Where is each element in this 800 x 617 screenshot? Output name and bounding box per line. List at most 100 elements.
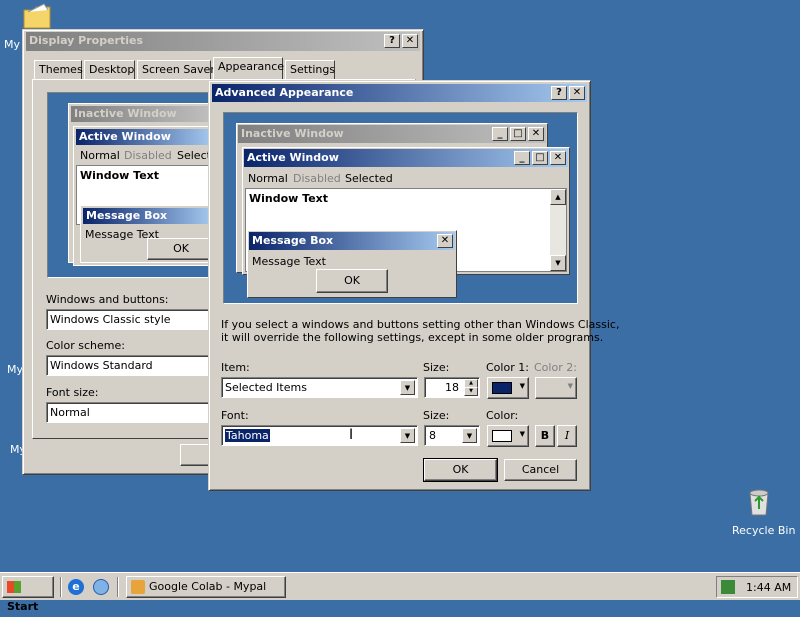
info-text-line-1: If you select a windows and buttons sett… <box>221 318 620 331</box>
font-color-swatch <box>492 430 512 442</box>
font-value[interactable]: Tahoma <box>225 429 270 442</box>
show-desktop-icon[interactable] <box>93 579 109 595</box>
display-properties-titlebar[interactable]: Display Properties ? ✕ <box>26 32 420 51</box>
advanced-appearance-titlebar[interactable]: Advanced Appearance ? ✕ <box>212 84 587 102</box>
taskbar: Start e Google Colab - Mypal 1:44 AM <box>0 572 800 613</box>
adv-preview-active-title: Active Window <box>247 151 339 164</box>
font-color-label: Color: <box>486 409 519 422</box>
preview-active-title: Active Window <box>76 129 213 145</box>
tab-settings[interactable]: Settings <box>285 60 335 80</box>
item-select[interactable]: Selected Items ▼ <box>221 377 418 398</box>
adv-preview-window-text: Window Text <box>249 192 329 205</box>
adv-preview-menu-selected: Selected <box>345 172 393 185</box>
adv-preview-msgbox-text: Message Text <box>252 255 326 268</box>
color1-swatch <box>492 382 512 394</box>
maximize-icon: □ <box>532 151 548 165</box>
color-scheme-select[interactable]: Windows Standard <box>46 355 210 376</box>
chevron-down-icon[interactable]: ▼ <box>400 428 415 443</box>
close-icon[interactable]: ✕ <box>402 34 418 48</box>
preview-msgbox-title: Message Box <box>83 208 213 224</box>
close-icon: ✕ <box>550 151 566 165</box>
preview-ok-button: OK <box>147 238 215 260</box>
color1-picker[interactable]: ▼ <box>487 377 529 399</box>
taskbar-item-google-colab[interactable]: Google Colab - Mypal <box>126 576 286 598</box>
adv-preview-inactive-titlebar: Inactive Window _ □ ✕ <box>238 125 546 143</box>
font-size-value: 8 <box>429 429 436 442</box>
bold-button[interactable]: B <box>535 425 555 447</box>
italic-button[interactable]: I <box>557 425 577 447</box>
font-select[interactable]: Tahoma I ▼ <box>221 425 418 446</box>
start-button[interactable]: Start <box>2 576 54 613</box>
system-tray: 1:44 AM <box>716 576 798 598</box>
adv-preview-inactive-title: Inactive Window <box>241 127 344 140</box>
adv-preview-active-titlebar: Active Window _ □ ✕ <box>244 149 568 167</box>
adv-preview-message-box: Message Box ✕ Message Text OK <box>247 230 457 298</box>
tab-themes[interactable]: Themes <box>34 60 83 80</box>
color1-label: Color 1: <box>486 361 529 374</box>
task-separator <box>117 577 119 597</box>
help-button[interactable]: ? <box>551 86 567 100</box>
folder-icon <box>23 3 51 29</box>
network-icon[interactable] <box>721 580 735 594</box>
font-size-label: Size: <box>423 409 450 422</box>
app-icon <box>131 580 145 594</box>
preview-message-box: Message Box Message Text OK <box>80 205 215 263</box>
adv-preview-msgbox-titlebar: Message Box ✕ <box>249 232 455 250</box>
recycle-bin-icon[interactable] <box>745 487 773 517</box>
taskbar-item-label: Google Colab - Mypal <box>149 580 267 593</box>
desktop-icon-label: My <box>4 38 21 51</box>
advanced-appearance-dialog: Advanced Appearance ? ✕ Inactive Window … <box>208 80 619 491</box>
help-button[interactable]: ? <box>384 34 400 48</box>
info-text-line-2: it will override the following settings,… <box>221 331 604 344</box>
tab-screen-saver[interactable]: Screen Saver <box>137 60 215 80</box>
cancel-button[interactable]: Cancel <box>504 459 577 481</box>
chevron-down-icon: ▼ <box>519 430 525 438</box>
desktop-icon-label: My <box>7 363 24 376</box>
close-icon[interactable]: ✕ <box>569 86 585 100</box>
adv-preview-scrollbar: ▲ ▼ <box>550 189 566 271</box>
windows-buttons-label: Windows and buttons: <box>46 293 169 306</box>
chevron-down-icon[interactable]: ▼ <box>462 428 477 443</box>
font-size-select[interactable]: Normal <box>46 402 210 423</box>
appearance-preview: Inactive Window Active Window Normal Dis… <box>47 92 218 278</box>
window-title: Display Properties <box>29 34 144 47</box>
preview-window-text: Window Text <box>80 169 160 182</box>
font-size-select[interactable]: 8 ▼ <box>424 425 480 446</box>
font-label: Font: <box>221 409 249 422</box>
chevron-down-icon[interactable]: ▼ <box>400 380 415 395</box>
windows-logo-icon <box>7 581 21 593</box>
start-label: Start <box>7 600 39 613</box>
maximize-icon: □ <box>510 127 526 141</box>
item-label: Item: <box>221 361 250 374</box>
ie-icon[interactable]: e <box>68 579 84 595</box>
quick-launch-separator <box>60 577 62 597</box>
minimize-icon: _ <box>492 127 508 141</box>
windows-buttons-select[interactable]: Windows Classic style <box>46 309 210 330</box>
size-spinner[interactable]: 18 ▲ ▼ <box>424 377 480 398</box>
chevron-down-icon: ▼ <box>519 382 525 390</box>
tab-appearance[interactable]: Appearance <box>213 57 284 81</box>
scroll-up-icon: ▲ <box>550 189 566 205</box>
display-ok-button[interactable] <box>180 444 210 466</box>
spin-down-icon[interactable]: ▼ <box>464 387 478 396</box>
font-size-label: Font size: <box>46 386 99 399</box>
scroll-down-icon: ▼ <box>550 255 566 271</box>
close-icon: ✕ <box>528 127 544 141</box>
color2-picker: ▼ <box>535 377 577 399</box>
item-value: Selected Items <box>225 381 307 394</box>
text-cursor-icon: I <box>349 427 354 443</box>
size-label: Size: <box>423 361 450 374</box>
preview-menu-normal: Normal <box>80 149 120 162</box>
close-icon: ✕ <box>437 234 453 248</box>
desktop-icon-my-documents[interactable] <box>22 2 54 32</box>
color2-label: Color 2: <box>534 361 577 374</box>
tab-desktop[interactable]: Desktop <box>84 60 135 80</box>
color-scheme-label: Color scheme: <box>46 339 125 352</box>
font-size-value: Normal <box>50 406 90 419</box>
adv-preview-msgbox-title: Message Box <box>252 234 334 247</box>
dialog-title: Advanced Appearance <box>215 86 354 99</box>
ok-button[interactable]: OK <box>423 458 498 482</box>
font-color-picker[interactable]: ▼ <box>487 425 529 447</box>
preview-inactive-title: Inactive Window <box>71 106 213 122</box>
preview-menu-disabled: Disabled <box>124 149 172 162</box>
